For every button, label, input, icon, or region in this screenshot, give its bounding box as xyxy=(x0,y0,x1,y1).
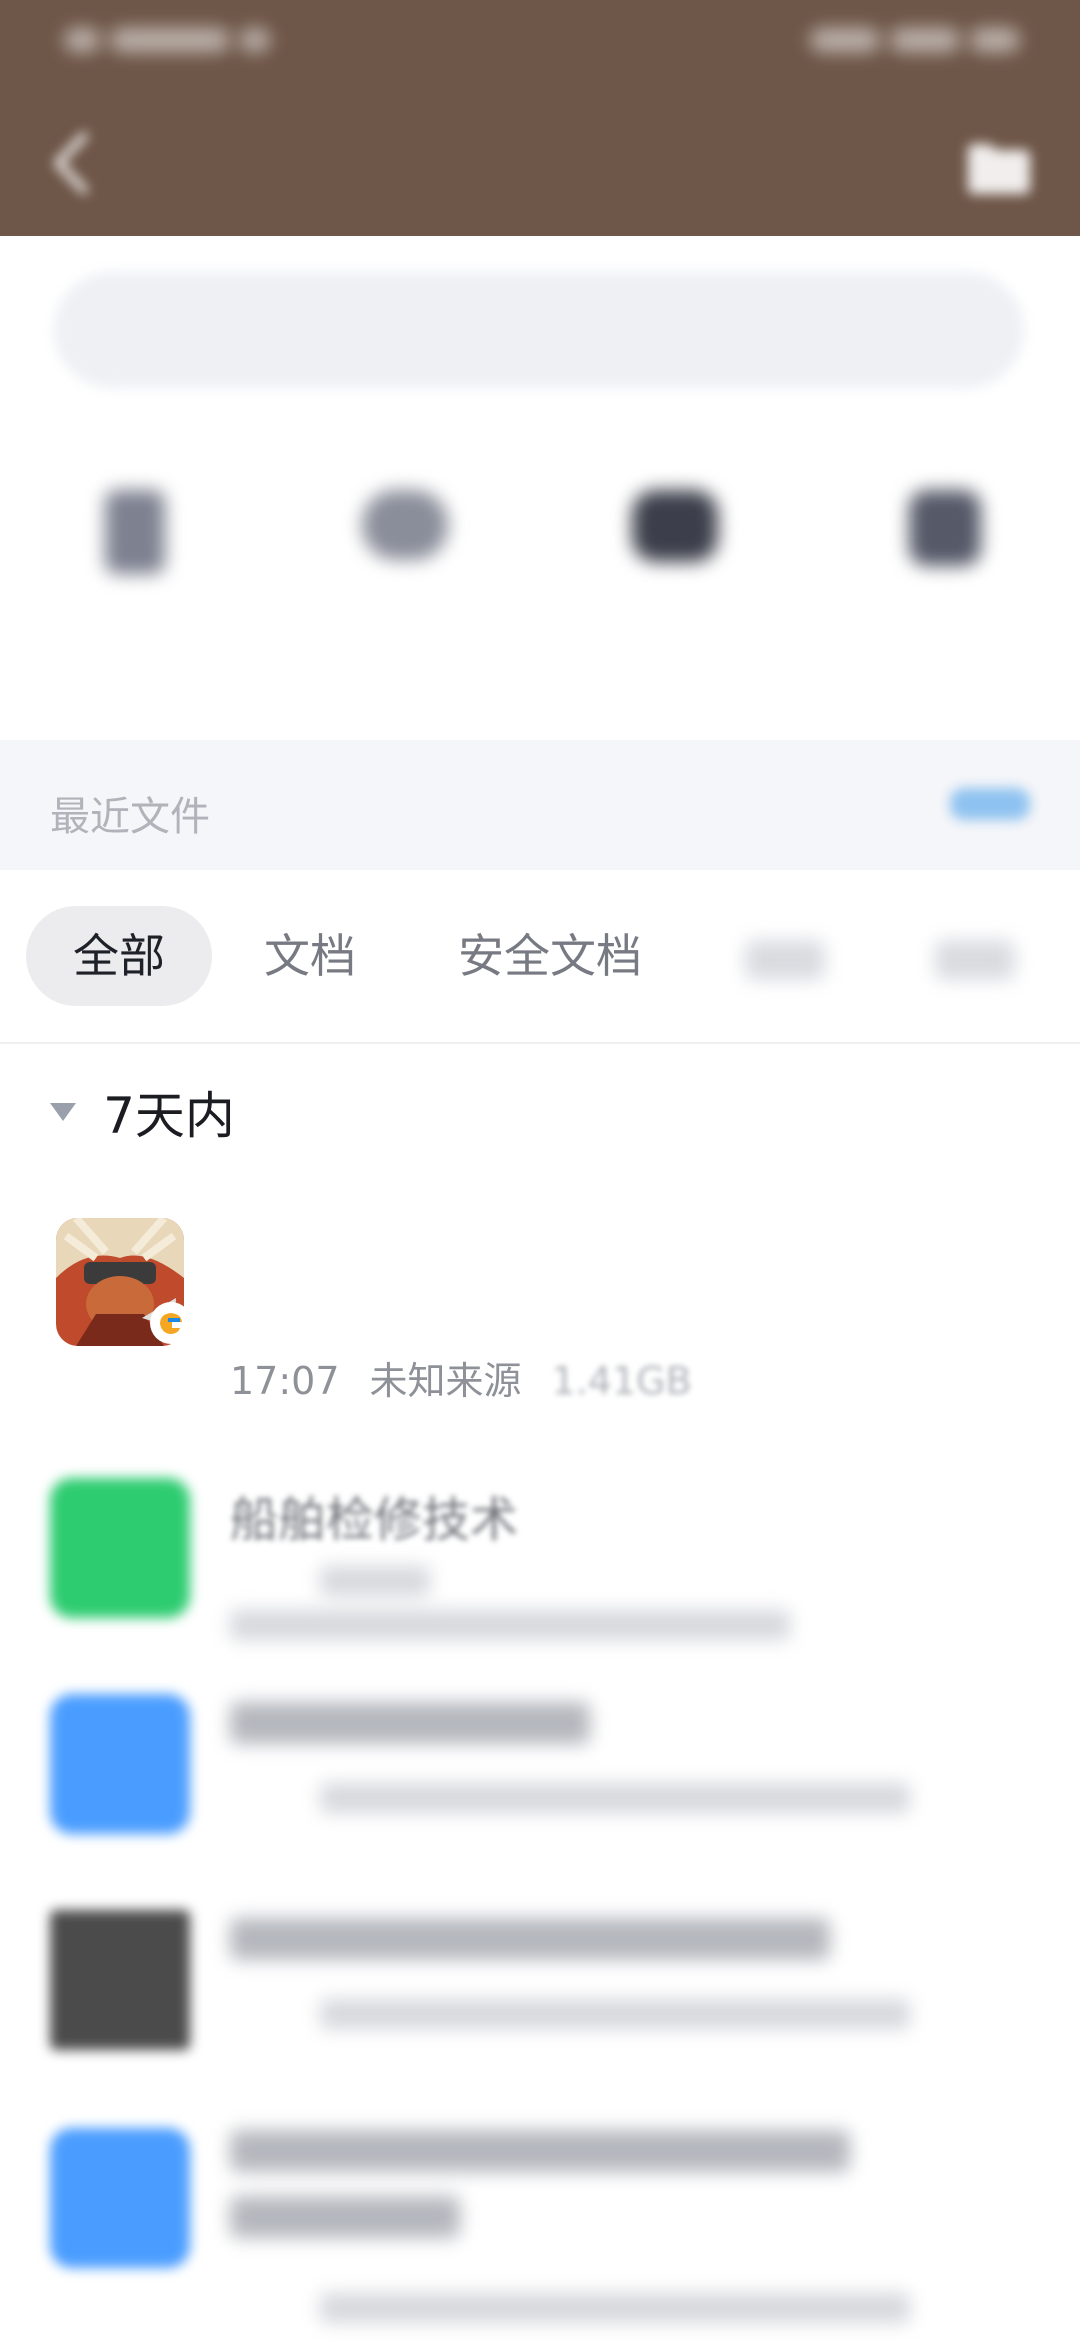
word-doc-icon xyxy=(50,2128,190,2268)
chevron-left-icon xyxy=(54,132,88,194)
list-item[interactable] xyxy=(0,2118,1080,2340)
tab-all[interactable]: 全部 xyxy=(26,906,212,1006)
file-name xyxy=(230,1700,590,1756)
header-bar xyxy=(0,0,1080,236)
category-item-1[interactable] xyxy=(25,470,245,690)
category-item-2[interactable] xyxy=(295,470,515,690)
file-size: 1.41GB xyxy=(551,1359,692,1403)
tab-documents[interactable]: 文档 xyxy=(240,906,380,1006)
word-doc-icon xyxy=(50,1694,190,1834)
folder-button[interactable] xyxy=(964,140,1034,196)
list-item[interactable]: 船舶检修技术 xyxy=(0,1470,1080,1650)
category-item-3[interactable] xyxy=(565,470,785,690)
file-name: 船舶检修技术 xyxy=(230,1492,519,1548)
group-label: 7天内 xyxy=(103,1087,235,1145)
file-meta: 17:07 未知来源 1.41GB xyxy=(230,1350,722,1405)
status-bar xyxy=(0,0,1080,90)
back-button[interactable] xyxy=(40,128,110,198)
tab-4[interactable] xyxy=(730,906,840,1006)
tab-5[interactable] xyxy=(920,906,1030,1006)
section-title: 最近文件 xyxy=(50,794,210,840)
tencent-badge-icon xyxy=(150,1302,192,1344)
status-left xyxy=(64,28,304,68)
filter-tabs: 全部 文档 安全文档 xyxy=(0,900,1080,1044)
folder-icon xyxy=(968,144,1030,194)
file-name xyxy=(230,1916,830,1972)
list-item[interactable] xyxy=(0,1902,1080,2082)
list-item[interactable] xyxy=(0,1686,1080,1866)
tab-secure-documents[interactable]: 安全文档 xyxy=(440,906,660,1006)
file-meta xyxy=(230,1994,940,2038)
category-item-4[interactable] xyxy=(835,470,1055,690)
file-source: 未知来源 xyxy=(369,1359,522,1403)
search-input[interactable] xyxy=(54,272,1024,388)
file-meta xyxy=(230,1778,940,1822)
list-item[interactable]: 17:07 未知来源 1.41GB xyxy=(0,1216,1080,1416)
group-header[interactable]: 7天内 xyxy=(50,1076,235,1145)
triangle-down-icon xyxy=(50,1103,76,1121)
green-doc-icon xyxy=(50,1478,190,1618)
chat-icon xyxy=(632,490,718,562)
file-name xyxy=(230,2130,850,2238)
nav-bar xyxy=(0,110,1080,220)
file-meta xyxy=(230,2288,940,2332)
cloud-icon xyxy=(362,490,448,560)
category-shortcuts xyxy=(0,470,1080,690)
section-more-link[interactable] xyxy=(950,788,1030,820)
status-right xyxy=(770,28,1020,68)
image-thumbnail-icon xyxy=(50,1910,190,2050)
phone-icon xyxy=(105,490,165,574)
bookmark-icon xyxy=(909,490,981,566)
recent-files-bar: 最近文件 xyxy=(0,740,1080,870)
file-meta xyxy=(230,1556,990,1644)
file-time: 17:07 xyxy=(230,1359,340,1403)
